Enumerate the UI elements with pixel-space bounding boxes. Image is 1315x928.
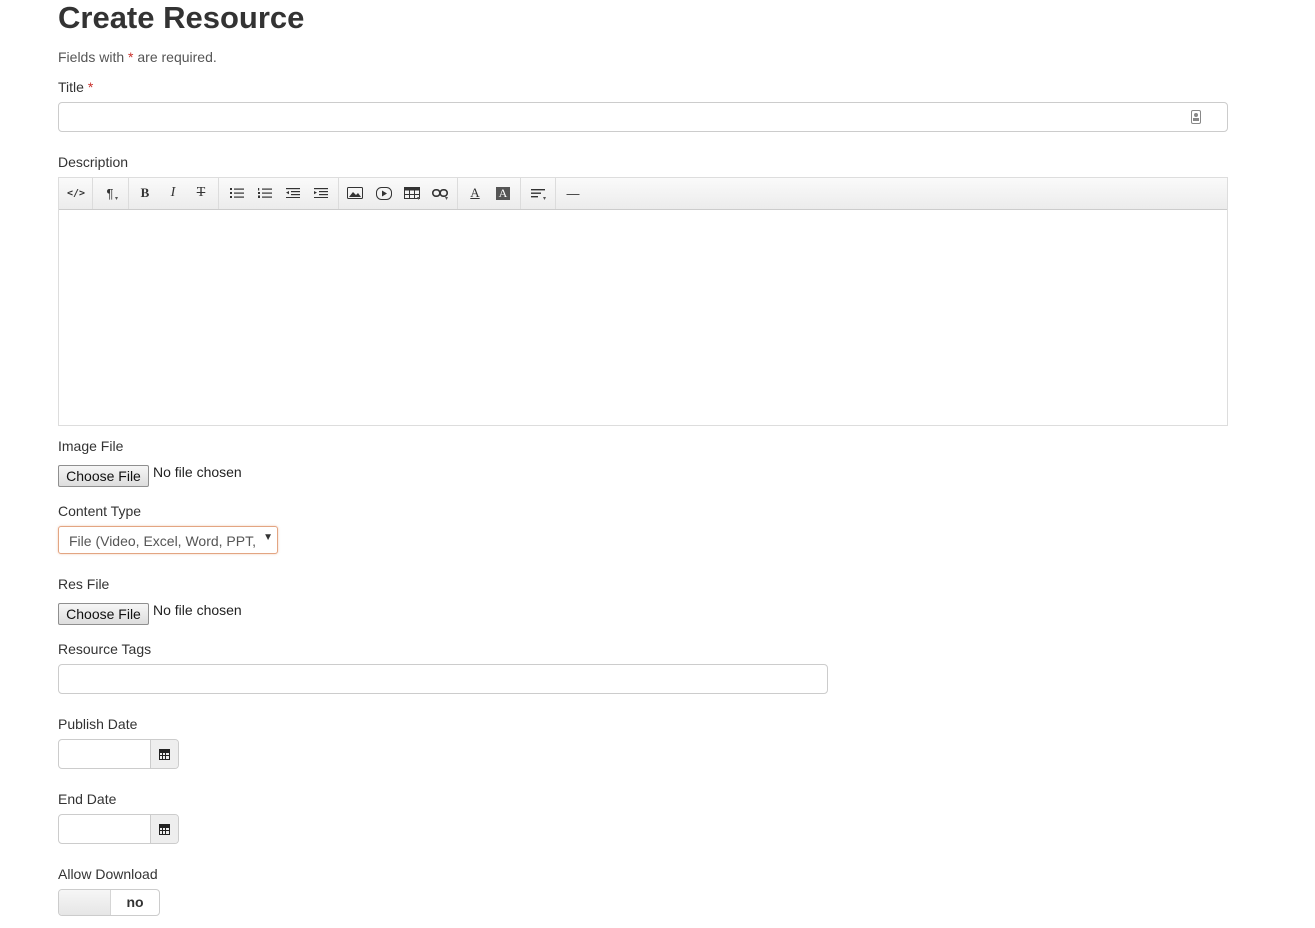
image-file-label: Image File xyxy=(58,438,124,454)
horizontal-rule-icon: — xyxy=(566,185,580,201)
indent-icon xyxy=(314,188,328,198)
image-file-status: No file chosen xyxy=(153,464,242,480)
image-icon xyxy=(347,187,363,199)
font-color-button[interactable]: A xyxy=(462,181,488,205)
background-color-button[interactable]: A xyxy=(490,181,516,205)
video-icon xyxy=(376,186,392,200)
insert-video-button[interactable] xyxy=(371,181,397,205)
paragraph-style-button[interactable]: ¶ ▾ xyxy=(97,181,123,205)
title-required-marker: * xyxy=(87,79,94,95)
dropdown-caret-icon: ▾ xyxy=(416,196,420,202)
content-type-select[interactable]: File (Video, Excel, Word, PPT, Audio) ▼ xyxy=(58,526,278,554)
background-color-icon: A xyxy=(496,186,510,200)
description-label: Description xyxy=(58,154,129,170)
title-label: Title * xyxy=(58,78,93,96)
insert-table-button[interactable]: ▾ xyxy=(399,181,425,205)
description-editor: </> ¶ ▾ B I T ▾ ▾ A A ▾ — xyxy=(58,177,1228,426)
res-file-label: Res File xyxy=(58,576,110,592)
unordered-list-button[interactable] xyxy=(224,181,250,205)
bold-icon: B xyxy=(140,185,150,200)
insert-link-button[interactable]: ▾ xyxy=(427,181,453,205)
page-title: Create Resource xyxy=(58,0,305,35)
unordered-list-icon xyxy=(230,188,244,198)
end-date-picker xyxy=(58,814,179,844)
publish-date-calendar-button[interactable] xyxy=(150,740,178,768)
outdent-icon xyxy=(286,188,300,198)
publish-date-label: Publish Date xyxy=(58,716,138,732)
contact-card-icon[interactable] xyxy=(1191,110,1201,124)
calendar-icon xyxy=(159,748,170,760)
code-icon: </> xyxy=(66,187,86,199)
dropdown-caret-icon: ▾ xyxy=(542,196,546,202)
publish-date-input[interactable] xyxy=(59,740,151,768)
content-type-selected: File (Video, Excel, Word, PPT, Audio) xyxy=(69,533,259,549)
strikethrough-icon: T xyxy=(196,185,206,200)
end-date-label: End Date xyxy=(58,791,117,807)
end-date-calendar-button[interactable] xyxy=(150,815,178,843)
resource-tags-label: Resource Tags xyxy=(58,641,152,657)
bold-button[interactable]: B xyxy=(132,181,158,205)
horizontal-rule-button[interactable]: — xyxy=(560,181,586,205)
outdent-button[interactable] xyxy=(280,181,306,205)
res-file-choose-button[interactable]: Choose File xyxy=(58,603,149,625)
italic-button[interactable]: I xyxy=(160,181,186,205)
calendar-icon xyxy=(159,823,170,835)
image-file-choose-button[interactable]: Choose File xyxy=(58,465,149,487)
publish-date-picker xyxy=(58,739,179,769)
italic-icon: I xyxy=(170,185,176,200)
allow-download-toggle[interactable]: no xyxy=(58,889,160,916)
strikethrough-button[interactable]: T xyxy=(188,181,214,205)
content-type-label: Content Type xyxy=(58,503,142,519)
required-hint-suffix: are required. xyxy=(137,49,217,65)
indent-button[interactable] xyxy=(308,181,334,205)
insert-image-button[interactable] xyxy=(342,181,368,205)
ordered-list-icon xyxy=(258,188,272,198)
font-color-icon: A xyxy=(470,185,480,200)
allow-download-label: Allow Download xyxy=(58,866,158,882)
editor-toolbar: </> ¶ ▾ B I T ▾ ▾ A A ▾ — xyxy=(59,178,1227,210)
paragraph-icon: ¶ xyxy=(106,185,114,201)
description-edit-area[interactable] xyxy=(59,210,1227,426)
res-file-status: No file chosen xyxy=(153,602,242,618)
resource-tags-input[interactable] xyxy=(58,664,828,694)
code-view-button[interactable]: </> xyxy=(63,181,89,205)
ordered-list-button[interactable] xyxy=(252,181,278,205)
toggle-state-label: no xyxy=(126,894,144,910)
title-input[interactable] xyxy=(58,102,1228,132)
end-date-input[interactable] xyxy=(59,815,151,843)
chevron-down-icon: ▼ xyxy=(263,532,273,543)
required-hint-prefix: Fields with xyxy=(58,49,125,65)
required-marker: * xyxy=(128,49,134,65)
align-button[interactable]: ▾ xyxy=(525,181,551,205)
required-hint: Fields with * are required. xyxy=(58,48,217,66)
dropdown-caret-icon: ▾ xyxy=(444,196,448,202)
toggle-handle[interactable] xyxy=(59,890,111,915)
title-label-text: Title xyxy=(58,79,84,95)
dropdown-caret-icon: ▾ xyxy=(114,196,118,202)
